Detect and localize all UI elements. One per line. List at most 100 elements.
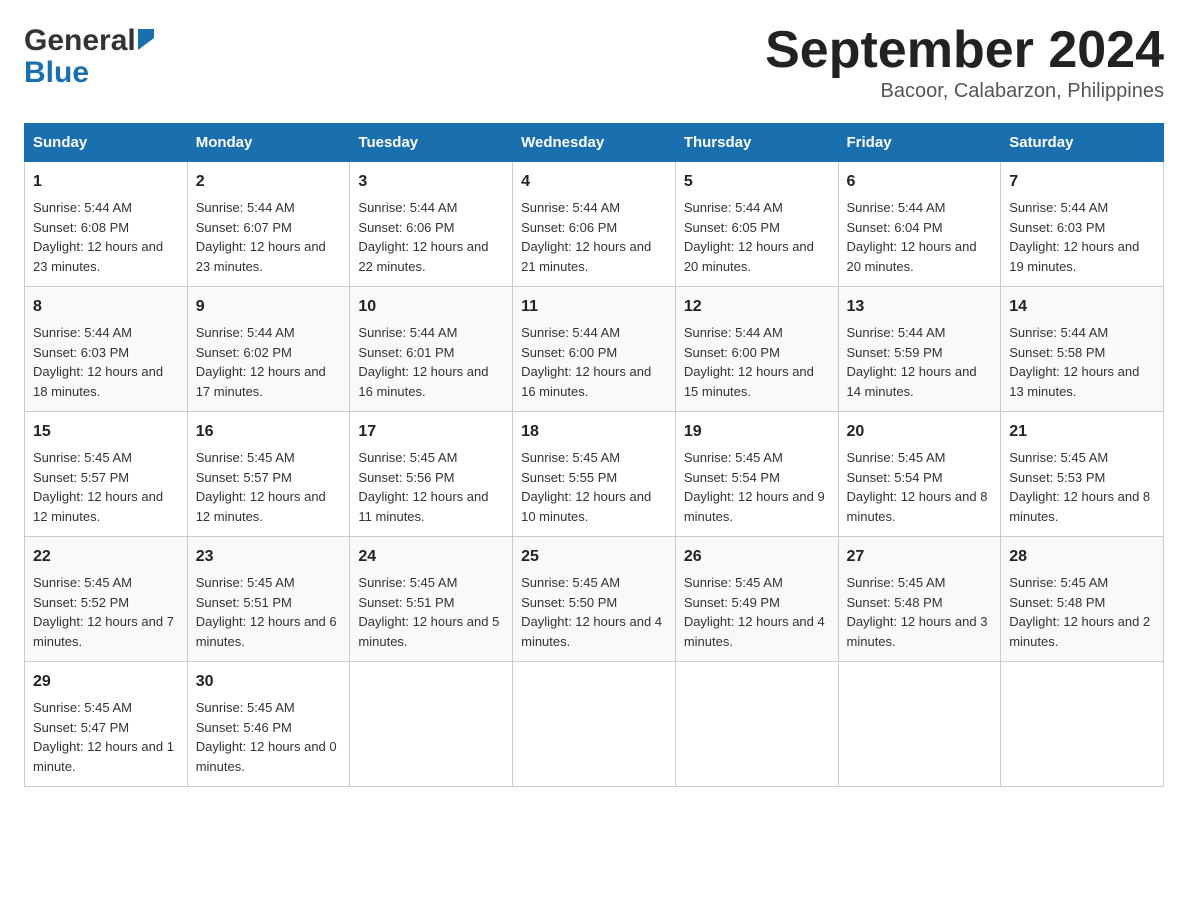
calendar-week-row: 8Sunrise: 5:44 AMSunset: 6:03 PMDaylight… (25, 287, 1164, 412)
day-number: 13 (847, 295, 993, 319)
sunrise-text: Sunrise: 5:44 AM (1009, 323, 1155, 343)
sunrise-text: Sunrise: 5:44 AM (358, 323, 504, 343)
sunrise-text: Sunrise: 5:44 AM (33, 323, 179, 343)
daylight-text: Daylight: 12 hours and 22 minutes. (358, 237, 504, 276)
table-row: 30Sunrise: 5:45 AMSunset: 5:46 PMDayligh… (187, 662, 350, 787)
daylight-text: Daylight: 12 hours and 8 minutes. (847, 487, 993, 526)
sunrise-text: Sunrise: 5:45 AM (358, 573, 504, 593)
daylight-text: Daylight: 12 hours and 23 minutes. (33, 237, 179, 276)
col-thursday: Thursday (675, 124, 838, 162)
sunset-text: Sunset: 6:06 PM (521, 218, 667, 238)
calendar-week-row: 15Sunrise: 5:45 AMSunset: 5:57 PMDayligh… (25, 412, 1164, 537)
daylight-text: Daylight: 12 hours and 2 minutes. (1009, 612, 1155, 651)
sunset-text: Sunset: 5:50 PM (521, 593, 667, 613)
sunset-text: Sunset: 5:55 PM (521, 468, 667, 488)
sunrise-text: Sunrise: 5:45 AM (684, 573, 830, 593)
sunset-text: Sunset: 5:58 PM (1009, 343, 1155, 363)
table-row: 26Sunrise: 5:45 AMSunset: 5:49 PMDayligh… (675, 537, 838, 662)
table-row: 11Sunrise: 5:44 AMSunset: 6:00 PMDayligh… (513, 287, 676, 412)
sunrise-text: Sunrise: 5:45 AM (358, 448, 504, 468)
table-row: 27Sunrise: 5:45 AMSunset: 5:48 PMDayligh… (838, 537, 1001, 662)
daylight-text: Daylight: 12 hours and 10 minutes. (521, 487, 667, 526)
sunset-text: Sunset: 5:52 PM (33, 593, 179, 613)
day-number: 25 (521, 545, 667, 569)
day-number: 7 (1009, 170, 1155, 194)
sunset-text: Sunset: 6:00 PM (684, 343, 830, 363)
day-number: 5 (684, 170, 830, 194)
sunrise-text: Sunrise: 5:44 AM (847, 323, 993, 343)
sunset-text: Sunset: 6:00 PM (521, 343, 667, 363)
day-number: 15 (33, 420, 179, 444)
col-saturday: Saturday (1001, 124, 1164, 162)
sunrise-text: Sunrise: 5:45 AM (684, 448, 830, 468)
table-row: 5Sunrise: 5:44 AMSunset: 6:05 PMDaylight… (675, 162, 838, 287)
daylight-text: Daylight: 12 hours and 16 minutes. (521, 362, 667, 401)
day-number: 23 (196, 545, 342, 569)
sunrise-text: Sunrise: 5:45 AM (33, 698, 179, 718)
day-number: 19 (684, 420, 830, 444)
col-wednesday: Wednesday (513, 124, 676, 162)
sunrise-text: Sunrise: 5:45 AM (196, 573, 342, 593)
daylight-text: Daylight: 12 hours and 5 minutes. (358, 612, 504, 651)
sunset-text: Sunset: 6:05 PM (684, 218, 830, 238)
col-tuesday: Tuesday (350, 124, 513, 162)
calendar-header-row: Sunday Monday Tuesday Wednesday Thursday… (25, 124, 1164, 162)
daylight-text: Daylight: 12 hours and 18 minutes. (33, 362, 179, 401)
sunrise-text: Sunrise: 5:45 AM (33, 448, 179, 468)
sunset-text: Sunset: 6:04 PM (847, 218, 993, 238)
table-row: 15Sunrise: 5:45 AMSunset: 5:57 PMDayligh… (25, 412, 188, 537)
daylight-text: Daylight: 12 hours and 1 minute. (33, 737, 179, 776)
sunset-text: Sunset: 5:53 PM (1009, 468, 1155, 488)
month-title: September 2024 (765, 24, 1164, 76)
sunrise-text: Sunrise: 5:44 AM (521, 198, 667, 218)
daylight-text: Daylight: 12 hours and 9 minutes. (684, 487, 830, 526)
day-number: 12 (684, 295, 830, 319)
table-row: 21Sunrise: 5:45 AMSunset: 5:53 PMDayligh… (1001, 412, 1164, 537)
table-row: 8Sunrise: 5:44 AMSunset: 6:03 PMDaylight… (25, 287, 188, 412)
table-row: 6Sunrise: 5:44 AMSunset: 6:04 PMDaylight… (838, 162, 1001, 287)
daylight-text: Daylight: 12 hours and 16 minutes. (358, 362, 504, 401)
calendar-week-row: 1Sunrise: 5:44 AMSunset: 6:08 PMDaylight… (25, 162, 1164, 287)
table-row (513, 662, 676, 787)
daylight-text: Daylight: 12 hours and 0 minutes. (196, 737, 342, 776)
day-number: 17 (358, 420, 504, 444)
daylight-text: Daylight: 12 hours and 20 minutes. (847, 237, 993, 276)
daylight-text: Daylight: 12 hours and 11 minutes. (358, 487, 504, 526)
sunrise-text: Sunrise: 5:44 AM (196, 198, 342, 218)
sunrise-text: Sunrise: 5:44 AM (196, 323, 342, 343)
sunrise-text: Sunrise: 5:45 AM (847, 573, 993, 593)
calendar-table: Sunday Monday Tuesday Wednesday Thursday… (24, 123, 1164, 787)
day-number: 28 (1009, 545, 1155, 569)
daylight-text: Daylight: 12 hours and 23 minutes. (196, 237, 342, 276)
table-row: 4Sunrise: 5:44 AMSunset: 6:06 PMDaylight… (513, 162, 676, 287)
daylight-text: Daylight: 12 hours and 4 minutes. (684, 612, 830, 651)
daylight-text: Daylight: 12 hours and 12 minutes. (196, 487, 342, 526)
sunset-text: Sunset: 5:46 PM (196, 718, 342, 738)
sunset-text: Sunset: 5:48 PM (1009, 593, 1155, 613)
table-row: 22Sunrise: 5:45 AMSunset: 5:52 PMDayligh… (25, 537, 188, 662)
daylight-text: Daylight: 12 hours and 20 minutes. (684, 237, 830, 276)
day-number: 3 (358, 170, 504, 194)
daylight-text: Daylight: 12 hours and 7 minutes. (33, 612, 179, 651)
table-row: 19Sunrise: 5:45 AMSunset: 5:54 PMDayligh… (675, 412, 838, 537)
daylight-text: Daylight: 12 hours and 4 minutes. (521, 612, 667, 651)
logo-general-text: General (24, 24, 136, 58)
day-number: 1 (33, 170, 179, 194)
day-number: 18 (521, 420, 667, 444)
table-row: 20Sunrise: 5:45 AMSunset: 5:54 PMDayligh… (838, 412, 1001, 537)
sunset-text: Sunset: 5:54 PM (847, 468, 993, 488)
day-number: 4 (521, 170, 667, 194)
sunset-text: Sunset: 5:47 PM (33, 718, 179, 738)
table-row: 12Sunrise: 5:44 AMSunset: 6:00 PMDayligh… (675, 287, 838, 412)
table-row: 9Sunrise: 5:44 AMSunset: 6:02 PMDaylight… (187, 287, 350, 412)
sunrise-text: Sunrise: 5:45 AM (1009, 573, 1155, 593)
day-number: 2 (196, 170, 342, 194)
day-number: 16 (196, 420, 342, 444)
sunrise-text: Sunrise: 5:45 AM (521, 448, 667, 468)
table-row: 14Sunrise: 5:44 AMSunset: 5:58 PMDayligh… (1001, 287, 1164, 412)
sunrise-text: Sunrise: 5:44 AM (33, 198, 179, 218)
day-number: 22 (33, 545, 179, 569)
logo-flag-icon (138, 29, 154, 50)
table-row: 25Sunrise: 5:45 AMSunset: 5:50 PMDayligh… (513, 537, 676, 662)
day-number: 29 (33, 670, 179, 694)
